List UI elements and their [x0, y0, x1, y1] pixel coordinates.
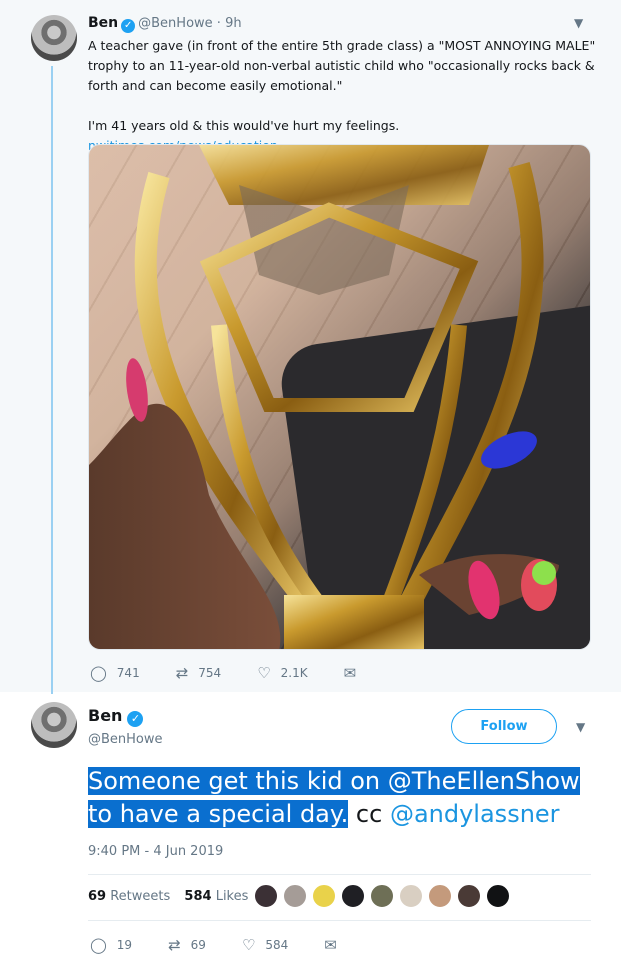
liker-avatar[interactable] — [254, 884, 278, 908]
tweet-actions: ◯ 741 ⇄ 754 ♡ 2.1K ✉ — [90, 664, 402, 682]
separator: · — [212, 16, 226, 31]
like-button[interactable]: ♡ 584 — [242, 936, 288, 954]
reply-icon: ◯ — [90, 664, 107, 682]
author-handle[interactable]: @BenHowe — [138, 16, 213, 31]
liker-avatar[interactable] — [283, 884, 307, 908]
retweet-button[interactable]: ⇄ 69 — [168, 936, 206, 954]
tweet-paragraph-2-text: I'm 41 years old & this would've hurt my… — [88, 118, 400, 133]
like-total[interactable]: 584 — [184, 889, 211, 904]
divider — [88, 920, 591, 921]
like-button[interactable]: ♡ 2.1K — [257, 664, 307, 682]
retweet-total[interactable]: 69 — [88, 889, 106, 904]
trophy-illustration — [89, 145, 559, 649]
engagement-stats: 69 Retweets 584 Likes — [88, 889, 258, 904]
tweet-text-cc: cc — [348, 800, 390, 828]
liker-avatar[interactable] — [341, 884, 365, 908]
retweet-label[interactable]: Retweets — [110, 889, 170, 904]
reply-count: 19 — [116, 938, 133, 952]
avatar[interactable] — [31, 702, 77, 748]
tweet-text: Someone get this kid on @TheEllenShow to… — [88, 765, 598, 831]
tweet-photo[interactable] — [88, 144, 591, 650]
liker-avatars — [254, 884, 515, 908]
retweet-icon: ⇄ — [168, 936, 181, 954]
chevron-down-icon[interactable]: ▼ — [574, 16, 583, 30]
tweet-header: Ben ✓ @BenHowe · 9h — [88, 14, 242, 33]
verified-badge-icon: ✓ — [127, 711, 144, 727]
heart-icon: ♡ — [257, 664, 271, 682]
heart-icon: ♡ — [241, 936, 256, 954]
like-count: 2.1K — [280, 666, 308, 680]
liker-avatar[interactable] — [312, 884, 336, 908]
like-label[interactable]: Likes — [216, 889, 249, 904]
dm-button[interactable]: ✉ — [344, 664, 367, 682]
avatar[interactable] — [31, 15, 77, 61]
chevron-down-icon[interactable]: ▼ — [576, 720, 585, 734]
reply-button[interactable]: ◯ 741 — [90, 664, 140, 682]
follow-button[interactable]: Follow — [451, 709, 557, 744]
retweet-button[interactable]: ⇄ 754 — [176, 664, 221, 682]
liker-avatar[interactable] — [457, 884, 481, 908]
dm-button[interactable]: ✉ — [324, 936, 347, 954]
verified-badge-icon: ✓ — [121, 19, 136, 33]
reply-button[interactable]: ◯ 19 — [90, 936, 132, 954]
author-name[interactable]: Ben — [88, 15, 118, 31]
reply-icon: ◯ — [90, 936, 107, 954]
tweet-timestamp[interactable]: 9:40 PM - 4 Jun 2019 — [88, 844, 223, 859]
like-count: 584 — [265, 938, 289, 952]
retweet-icon: ⇄ — [175, 664, 189, 682]
divider — [88, 874, 591, 875]
retweet-count: 754 — [198, 666, 222, 680]
liker-avatar[interactable] — [486, 884, 510, 908]
retweet-count: 69 — [190, 938, 206, 952]
author-name[interactable]: Ben — [88, 706, 122, 725]
tweet-paragraph-1: A teacher gave (in front of the entire 5… — [88, 38, 596, 93]
author-handle[interactable]: @BenHowe — [88, 732, 163, 747]
mention-link[interactable]: @andylassner — [390, 800, 560, 828]
envelope-icon: ✉ — [324, 936, 337, 954]
reply-count: 741 — [116, 666, 140, 680]
tweet-actions: ◯ 19 ⇄ 69 ♡ 584 ✉ — [90, 936, 383, 954]
author-name-row: Ben ✓ — [88, 706, 146, 727]
parent-tweet[interactable]: Ben ✓ @BenHowe · 9h ▼ A teacher gave (in f… — [0, 0, 621, 694]
envelope-icon: ✉ — [343, 664, 357, 682]
liker-avatar[interactable] — [370, 884, 394, 908]
tweet-time[interactable]: 9h — [225, 16, 242, 31]
liker-avatar[interactable] — [428, 884, 452, 908]
liker-avatar[interactable] — [399, 884, 423, 908]
thread-line — [51, 66, 53, 694]
